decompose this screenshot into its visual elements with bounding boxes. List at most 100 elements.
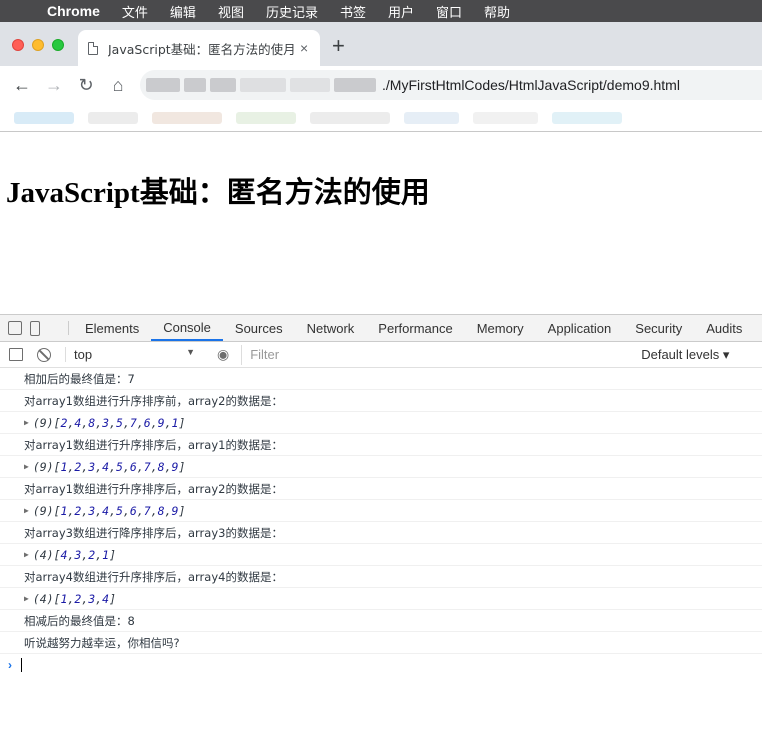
- array-value: 3: [88, 591, 96, 606]
- console-array-line[interactable]: ▶ (9) [1, 2, 3, 4, 5, 6, 7, 8, 9]: [0, 456, 762, 478]
- array-value: 7: [143, 459, 151, 474]
- reload-icon[interactable]: ↻: [70, 75, 102, 96]
- tab-network[interactable]: Network: [295, 315, 367, 341]
- devtools-panel: Elements Console Sources Network Perform…: [0, 314, 762, 754]
- console-log-line: 对array1数组进行升序排序前，array2的数据是：: [0, 390, 762, 412]
- menu-file[interactable]: 文件: [111, 2, 159, 21]
- array-bracket: ]: [178, 415, 186, 430]
- array-comma: ,: [122, 459, 130, 474]
- window-close-button[interactable]: [12, 39, 24, 51]
- tab-application[interactable]: Application: [536, 315, 624, 341]
- array-comma: ,: [136, 503, 144, 518]
- tab-elements[interactable]: Elements: [73, 315, 151, 341]
- redacted-url-part: [184, 78, 206, 92]
- console-log-line: 相减后的最终值是：8: [0, 610, 762, 632]
- console-log-text: 相加后的最终值是：7: [24, 371, 135, 386]
- tab-audits[interactable]: Audits: [694, 315, 754, 341]
- array-value: 9: [157, 415, 165, 430]
- window-zoom-button[interactable]: [52, 39, 64, 51]
- bookmark-item[interactable]: [552, 111, 622, 124]
- array-comma: ,: [150, 503, 158, 518]
- array-bracket: [: [53, 459, 61, 474]
- tab-security[interactable]: Security: [623, 315, 694, 341]
- console-array-line[interactable]: ▶ (9) [1, 2, 3, 4, 5, 6, 7, 8, 9]: [0, 500, 762, 522]
- menu-people[interactable]: 用户: [377, 2, 425, 21]
- tab-sources[interactable]: Sources: [223, 315, 295, 341]
- array-value: 1: [60, 459, 68, 474]
- array-value: 2: [88, 547, 96, 562]
- array-value: 9: [171, 459, 179, 474]
- menu-bookmarks[interactable]: 书签: [329, 2, 377, 21]
- page-viewport: JavaScript基础：匿名方法的使用: [0, 133, 762, 314]
- log-levels-dropdown[interactable]: Default levels ▾: [641, 347, 729, 363]
- browser-tab-active[interactable]: JavaScript基础：匿名方法的使月 ×: [78, 30, 320, 66]
- tab-title: JavaScript基础：匿名方法的使月: [108, 41, 294, 57]
- menu-edit[interactable]: 编辑: [159, 2, 207, 21]
- array-value: 3: [102, 415, 110, 430]
- console-log-line: 对array1数组进行升序排序后，array2的数据是：: [0, 478, 762, 500]
- bookmark-item[interactable]: [473, 111, 538, 124]
- array-bracket: [: [53, 415, 61, 430]
- menu-bar: Chrome 文件 编辑 视图 历史记录 书签 用户 窗口 帮助: [0, 0, 762, 22]
- array-value: 3: [74, 547, 82, 562]
- expand-triangle-icon[interactable]: ▶: [24, 506, 29, 515]
- console-log-line: 相加后的最终值是：7: [0, 368, 762, 390]
- array-value: 8: [88, 415, 96, 430]
- array-comma: ,: [164, 459, 172, 474]
- live-expression-eye-icon[interactable]: ◉: [217, 346, 229, 363]
- array-value: 2: [74, 591, 82, 606]
- window-minimize-button[interactable]: [32, 39, 44, 51]
- expand-triangle-icon[interactable]: ▶: [24, 550, 29, 559]
- console-output: 相加后的最终值是：7 对array1数组进行升序排序前，array2的数据是： ▶(…: [0, 368, 762, 654]
- url-text: ./MyFirstHtmlCodes/HtmlJavaScript/demo9.…: [382, 77, 680, 93]
- array-comma: ,: [81, 415, 89, 430]
- browser-toolbar: ← → ↻ ⌂ ./MyFirstHtmlCodes/HtmlJavaScrip…: [0, 66, 762, 104]
- console-log-text: 相减后的最终值是：8: [24, 613, 135, 628]
- console-prompt[interactable]: ›: [0, 654, 762, 676]
- forward-arrow-icon[interactable]: →: [38, 75, 70, 96]
- devtools-tools: [0, 315, 64, 341]
- bookmark-item[interactable]: [404, 111, 459, 124]
- dropdown-arrow-icon: ▼: [186, 347, 195, 357]
- console-array-line[interactable]: ▶ (4) [1, 2, 3, 4]: [0, 588, 762, 610]
- tab-console[interactable]: Console: [151, 315, 223, 341]
- text-caret: [21, 658, 22, 672]
- menu-window[interactable]: 窗口: [425, 2, 473, 21]
- array-bracket: [: [53, 591, 61, 606]
- inspect-element-icon[interactable]: [8, 321, 22, 335]
- new-tab-button[interactable]: +: [332, 35, 345, 57]
- clear-console-icon[interactable]: [37, 347, 51, 362]
- sidebar-toggle-icon[interactable]: [9, 348, 23, 361]
- bookmark-item[interactable]: [236, 111, 296, 124]
- filter-input[interactable]: Filter: [241, 344, 633, 365]
- bookmark-item[interactable]: [88, 111, 138, 124]
- array-comma: ,: [136, 415, 144, 430]
- array-value: 1: [102, 547, 110, 562]
- menu-history[interactable]: 历史记录: [255, 2, 329, 21]
- bookmark-item[interactable]: [310, 111, 390, 124]
- array-value: 4: [60, 547, 68, 562]
- device-toolbar-icon[interactable]: [30, 320, 40, 336]
- address-bar[interactable]: ./MyFirstHtmlCodes/HtmlJavaScript/demo9.…: [140, 70, 762, 100]
- menu-help[interactable]: 帮助: [473, 2, 521, 21]
- console-array-line[interactable]: ▶ (4) [4, 3, 2, 1]: [0, 544, 762, 566]
- back-arrow-icon[interactable]: ←: [6, 75, 38, 96]
- context-value: top: [74, 347, 93, 362]
- array-comma: ,: [67, 415, 75, 430]
- menu-view[interactable]: 视图: [207, 2, 255, 21]
- tab-close-icon[interactable]: ×: [300, 40, 308, 56]
- array-value: 3: [88, 503, 96, 518]
- menu-app-chrome[interactable]: Chrome: [36, 3, 111, 19]
- home-icon[interactable]: ⌂: [102, 75, 134, 96]
- tab-performance[interactable]: Performance: [366, 315, 464, 341]
- expand-triangle-icon[interactable]: ▶: [24, 418, 29, 427]
- expand-triangle-icon[interactable]: ▶: [24, 462, 29, 471]
- bookmark-item[interactable]: [152, 111, 222, 124]
- console-log-line: 对array1数组进行升序排序后，array1的数据是：: [0, 434, 762, 456]
- console-array-line[interactable]: ▶ (9) [2, 4, 8, 3, 5, 7, 6, 9, 1]: [0, 412, 762, 434]
- expand-triangle-icon[interactable]: ▶: [24, 594, 29, 603]
- context-select[interactable]: top ▼: [65, 347, 201, 362]
- tab-memory[interactable]: Memory: [465, 315, 536, 341]
- bookmark-item[interactable]: [14, 111, 74, 124]
- array-value: 6: [143, 415, 151, 430]
